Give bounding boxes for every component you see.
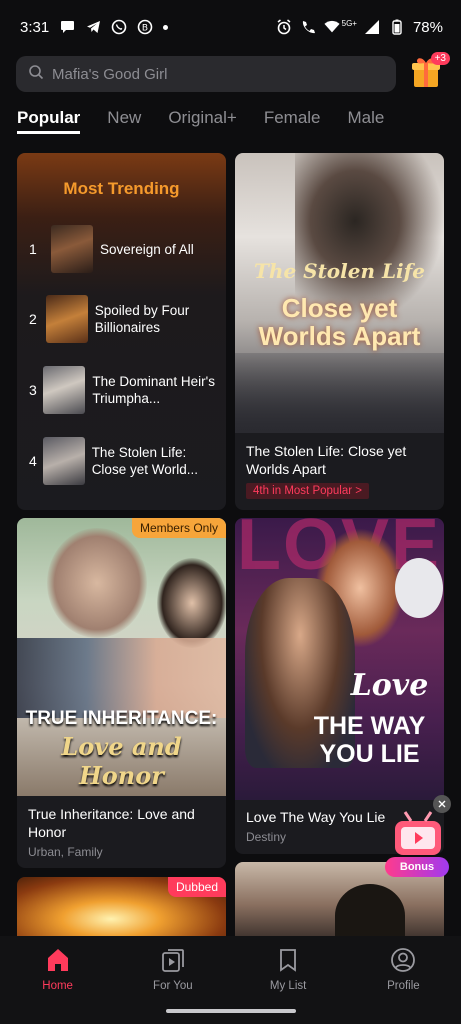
nav-home[interactable]: Home bbox=[0, 936, 115, 1024]
card-genres: Destiny bbox=[246, 830, 287, 844]
trend-title: The Dominant Heir's Triumpha... bbox=[92, 374, 215, 406]
trend-rank: 1 bbox=[29, 241, 37, 257]
battery-level: 78% bbox=[412, 18, 443, 36]
bonus-widget[interactable]: Bonus bbox=[383, 795, 453, 879]
trend-thumbnail bbox=[45, 295, 88, 343]
members-only-badge: Members Only bbox=[131, 518, 226, 538]
drama-card-true-inheritance[interactable]: TRUE INHERITANCE: Love and Honor Members… bbox=[17, 518, 226, 868]
tab-female[interactable]: Female bbox=[264, 108, 321, 134]
network-label: 5G+ bbox=[341, 18, 357, 28]
tab-popular[interactable]: Popular bbox=[17, 108, 81, 134]
search-input[interactable] bbox=[52, 65, 352, 83]
poster-image: TRUE INHERITANCE: Love and Honor bbox=[17, 518, 226, 796]
trend-thumbnail bbox=[42, 437, 85, 485]
nav-profile-label: Profile bbox=[387, 980, 420, 992]
poster-title-line1: The Stolen Life bbox=[254, 259, 425, 283]
trend-title: Spoiled by Four Billionaires bbox=[94, 303, 190, 335]
trend-title: The Stolen Life: Close yet World... bbox=[91, 445, 198, 477]
trend-title: Sovereign of All bbox=[100, 241, 194, 257]
card-title: The Stolen Life: Close yet Worlds Apart bbox=[246, 443, 407, 477]
svg-text:B: B bbox=[142, 24, 148, 34]
alarm-icon bbox=[276, 19, 292, 35]
notification-dot bbox=[163, 24, 169, 30]
trend-rank: 4 bbox=[29, 453, 37, 469]
poster-title-line3: YOU LIE bbox=[319, 740, 420, 768]
telegram-icon bbox=[85, 19, 101, 35]
trending-item-2[interactable]: 2 Spoiled by Four Billionaires bbox=[29, 295, 219, 343]
tab-original-plus[interactable]: Original+ bbox=[168, 108, 237, 134]
play-card-icon bbox=[159, 946, 187, 974]
search-icon bbox=[28, 64, 44, 85]
poster-title-line1: TRUE INHERITANCE: bbox=[25, 708, 218, 729]
tv-gift-icon bbox=[395, 811, 441, 855]
battery-icon bbox=[389, 19, 405, 35]
poster-title-line3: Worlds Apart bbox=[258, 321, 421, 351]
ranking-chip[interactable]: 4th in Most Popular > bbox=[246, 483, 369, 499]
trending-item-1[interactable]: 1 Sovereign of All bbox=[29, 225, 219, 273]
trend-thumbnail bbox=[43, 366, 86, 414]
poster-title-line2: Close yet bbox=[281, 293, 398, 323]
card-title: True Inheritance: Love and Honor bbox=[28, 806, 195, 840]
poster-title-line2: THE WAY bbox=[313, 712, 426, 740]
poster-title-line2: Love and Honor bbox=[61, 732, 182, 790]
status-time: 3:31 bbox=[20, 18, 50, 36]
trending-item-3[interactable]: 3 The Dominant Heir's Triumpha... bbox=[29, 366, 219, 414]
bonus-label: Bonus bbox=[385, 857, 449, 877]
search-row: +3 bbox=[16, 52, 450, 94]
trend-rank: 2 bbox=[29, 311, 37, 327]
b-circle-icon: B bbox=[137, 19, 153, 35]
wifi-call-icon bbox=[300, 19, 316, 35]
category-tabs: Popular New Original+ Female Male bbox=[17, 108, 411, 134]
trend-rank: 3 bbox=[29, 382, 37, 398]
gift-badge: +3 bbox=[430, 52, 450, 65]
poster-image: LOVE Love THE WAY YOU LIE bbox=[235, 518, 444, 800]
status-bar: 3:31 B 5G+ 78% bbox=[0, 0, 461, 54]
bookmark-icon bbox=[274, 946, 302, 974]
nav-profile[interactable]: Profile bbox=[346, 936, 461, 1024]
home-icon bbox=[44, 946, 72, 974]
dubbed-badge: Dubbed bbox=[167, 877, 226, 897]
signal-icon bbox=[365, 19, 381, 35]
gift-button[interactable]: +3 bbox=[406, 52, 450, 92]
drama-card-stolen-life[interactable]: The Stolen Life Close yet Worlds Apart T… bbox=[235, 153, 444, 510]
nav-for-you-label: For You bbox=[153, 980, 193, 992]
nav-my-list-label: My List bbox=[269, 980, 307, 992]
nav-home-label: Home bbox=[42, 980, 73, 992]
trending-item-4[interactable]: 4 The Stolen Life: Close yet World... bbox=[29, 437, 219, 485]
poster-image: The Stolen Life Close yet Worlds Apart bbox=[235, 153, 444, 433]
chat-icon bbox=[59, 19, 75, 35]
poster-title-line1: Love bbox=[350, 668, 429, 703]
profile-icon bbox=[389, 946, 417, 974]
tab-male[interactable]: Male bbox=[348, 108, 385, 134]
trending-title: Most Trending bbox=[63, 179, 180, 198]
wifi-icon bbox=[324, 19, 340, 35]
whatsapp-icon bbox=[111, 19, 127, 35]
tab-new[interactable]: New bbox=[107, 108, 141, 134]
gesture-home-bar[interactable] bbox=[166, 1009, 296, 1013]
most-trending-card: Most Trending 1 Sovereign of All 2 Spoil… bbox=[17, 153, 226, 510]
search-bar[interactable] bbox=[16, 56, 396, 92]
card-genres: Urban, Family bbox=[28, 845, 103, 859]
trend-thumbnail bbox=[51, 225, 93, 273]
